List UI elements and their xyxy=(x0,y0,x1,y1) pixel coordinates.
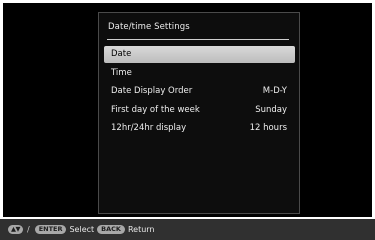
menu-item-label: Time xyxy=(111,67,132,78)
menu-item-label: 12hr/24hr display xyxy=(111,123,187,133)
panel-title: Date/time Settings xyxy=(108,22,190,32)
menu-item-label: First day of the week xyxy=(111,104,200,115)
settings-menu: Date Time Date Display Order M-D-Y First… xyxy=(104,46,295,139)
return-label: Return xyxy=(127,225,155,234)
date-time-settings-panel: Date/time Settings Date Time Date Displa… xyxy=(98,12,300,214)
menu-item-date-display-order[interactable]: Date Display Order M-D-Y xyxy=(104,83,295,100)
display-area: Date/time Settings Date Time Date Displa… xyxy=(3,3,372,217)
menu-item-label: Date xyxy=(111,49,132,59)
menu-item-value: M-D-Y xyxy=(262,86,287,96)
enter-key-icon: ENTER xyxy=(34,225,67,234)
menu-item-time[interactable]: Time xyxy=(104,65,295,82)
select-label: Select xyxy=(69,225,95,234)
menu-item-value: Sunday xyxy=(255,104,287,115)
menu-item-first-day-of-week[interactable]: First day of the week Sunday xyxy=(104,102,295,119)
menu-item-label: Date Display Order xyxy=(111,86,193,96)
menu-item-12hr-24hr-display[interactable]: 12hr/24hr display 12 hours xyxy=(104,120,295,137)
up-down-arrows-icon: ▲▼ xyxy=(8,225,23,234)
button-guide: ▲▼ / ENTER Select BACK Return xyxy=(8,224,158,235)
menu-item-value: 12 hours xyxy=(249,123,287,133)
device-screen: Date/time Settings Date Time Date Displa… xyxy=(0,0,375,240)
back-key-icon: BACK xyxy=(97,225,125,234)
menu-item-date[interactable]: Date xyxy=(104,46,295,63)
guide-separator: / xyxy=(27,225,30,234)
title-divider xyxy=(107,39,289,40)
button-guide-bar: ▲▼ / ENTER Select BACK Return xyxy=(0,219,375,240)
